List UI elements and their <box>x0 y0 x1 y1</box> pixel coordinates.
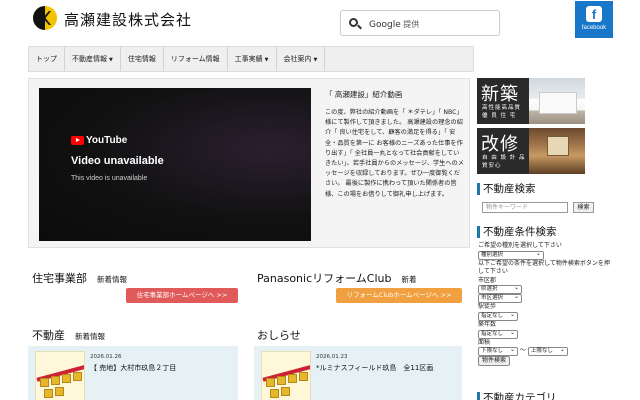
realestate-category-heading: 不動産カテゴリ <box>477 392 557 400</box>
realestate-search-heading: 不動産検索 <box>477 183 536 195</box>
renovation-banner[interactable]: 改修 自 由 設 計 品質安心 <box>477 128 585 174</box>
nav-item-reform[interactable]: リフォーム情報 <box>164 47 228 71</box>
youtube-play-icon <box>71 136 84 145</box>
reform-title: PanasonicリフォームClub <box>257 272 392 285</box>
housing-section-heading: 住宅事業部 新着情報 <box>32 270 127 286</box>
reform-subtitle: 新着 <box>401 275 417 284</box>
station-label: 駅徒歩 <box>478 303 497 311</box>
site-header: 高瀬建設株式会社 Google 提供 f facebook <box>0 0 640 44</box>
notice-section-heading: おしらせ <box>257 327 301 343</box>
intro-video-panel: YouTube Video unavailable This video is … <box>28 78 470 248</box>
housing-subtitle: 新着情報 <box>97 275 127 284</box>
condition-search-heading: 不動産条件検索 <box>477 226 557 238</box>
reform-homepage-button[interactable]: リフォームClubホームページへ >> <box>336 288 462 303</box>
company-logo-icon[interactable] <box>33 6 57 30</box>
search-input[interactable]: Google 提供 <box>340 10 500 36</box>
housing-homepage-button[interactable]: 住宅事業部ホームページへ >> <box>126 288 238 303</box>
nav-item-realestate[interactable]: 不動産情報 ▼ <box>65 47 121 71</box>
condition-intro: ご希望の種別を選択して下さい <box>478 242 562 249</box>
news-title-link[interactable]: *ルミナスフィールド玖島 全11区画 <box>316 363 433 373</box>
new-build-banner[interactable]: 新築 高性能高品質 優 良 住 宅 <box>477 78 585 124</box>
house-photo <box>529 78 585 124</box>
news-title-link[interactable]: 【 売地】大村市玖島２丁目 <box>90 363 176 373</box>
caret-down-icon: ▼ <box>109 57 113 63</box>
search-brand: Google <box>369 20 401 30</box>
type-select[interactable]: 種別選択 <box>478 250 544 260</box>
reform-section-heading: PanasonicリフォームClub 新着 <box>257 270 417 286</box>
age-label: 築年数 <box>478 320 497 328</box>
condition-note: 以下ご希望の条件を選択して物件検索ボタンを押して下さい <box>478 259 610 276</box>
keyword-search-button[interactable]: 検索 <box>573 202 594 213</box>
housing-title: 住宅事業部 <box>32 272 87 285</box>
facebook-icon: f <box>586 6 602 22</box>
news-date: 2026.01.26 <box>90 354 122 360</box>
banner-title: 改修 <box>481 134 519 155</box>
realestate-subtitle: 新着情報 <box>75 332 105 341</box>
age-select[interactable]: 指定なし <box>478 329 518 339</box>
caret-down-icon: ▼ <box>313 57 318 63</box>
realestate-title: 不動産 <box>32 329 65 342</box>
main-nav: トップ 不動産情報 ▼ 住宅情報 リフォーム情報 工事実績 ▼ 会社案内 ▼ <box>28 46 474 72</box>
condition-search-form: ご希望の種別を選択して下さい 種別選択 以下ご希望の条件を選択して物件検索ボタン… <box>478 242 610 367</box>
lot-map-thumbnail <box>261 351 311 400</box>
nav-item-housing[interactable]: 住宅情報 <box>121 47 164 71</box>
facebook-button[interactable]: f facebook <box>575 1 613 38</box>
city-label: 市区郡 <box>478 276 497 284</box>
notice-news-item[interactable]: 2026.01.23 *ルミナスフィールド玖島 全11区画 <box>254 346 462 400</box>
area-max-select[interactable]: 上限なし <box>527 346 568 357</box>
banner-subtitle: 自 由 設 計 品質安心 <box>482 155 526 169</box>
area-label: 面積 <box>478 338 491 346</box>
keyword-input[interactable]: 物件キーワード <box>482 202 568 213</box>
interior-photo <box>529 128 585 174</box>
caret-down-icon: ▼ <box>264 57 269 63</box>
nav-item-top[interactable]: トップ <box>29 47 65 71</box>
area-min-select[interactable]: 下限なし <box>478 346 518 357</box>
youtube-brand: YouTube <box>86 135 128 146</box>
search-icon <box>349 18 358 27</box>
city-select[interactable]: 市区選択 <box>478 293 522 304</box>
video-player[interactable]: YouTube Video unavailable This video is … <box>39 88 311 241</box>
search-placeholder: 提供 <box>403 20 420 29</box>
area-separator: 〜 <box>519 347 526 355</box>
site-title[interactable]: 高瀬建設株式会社 <box>64 9 192 30</box>
property-search-button[interactable]: 物件検索 <box>478 356 511 367</box>
realestate-section-heading: 不動産 新着情報 <box>32 327 105 343</box>
video-heading: 「 高瀬建設」紹介動画 <box>325 90 403 99</box>
station-select[interactable]: 指定なし <box>478 311 518 321</box>
facebook-label: facebook <box>581 25 607 31</box>
news-date: 2026.01.23 <box>316 354 348 360</box>
nav-item-works[interactable]: 工事実績 ▼ <box>228 47 277 71</box>
video-description: この度、弊社の紹介動画を「 ＊ダテレ」「 NBC」様にて製作して頂きました。 高… <box>325 109 464 198</box>
notice-title: おしらせ <box>257 329 301 342</box>
video-unavailable-subtitle: This video is unavailable <box>71 175 148 182</box>
nav-item-company[interactable]: 会社案内 ▼ <box>277 47 326 71</box>
banner-subtitle: 高性能高品質 優 良 住 宅 <box>482 105 522 119</box>
video-unavailable-title: Video unavailable <box>71 155 164 167</box>
banner-title: 新築 <box>481 84 519 105</box>
realestate-news-item[interactable]: 2026.01.26 【 売地】大村市玖島２丁目 <box>28 346 238 400</box>
lot-map-thumbnail <box>35 351 85 400</box>
